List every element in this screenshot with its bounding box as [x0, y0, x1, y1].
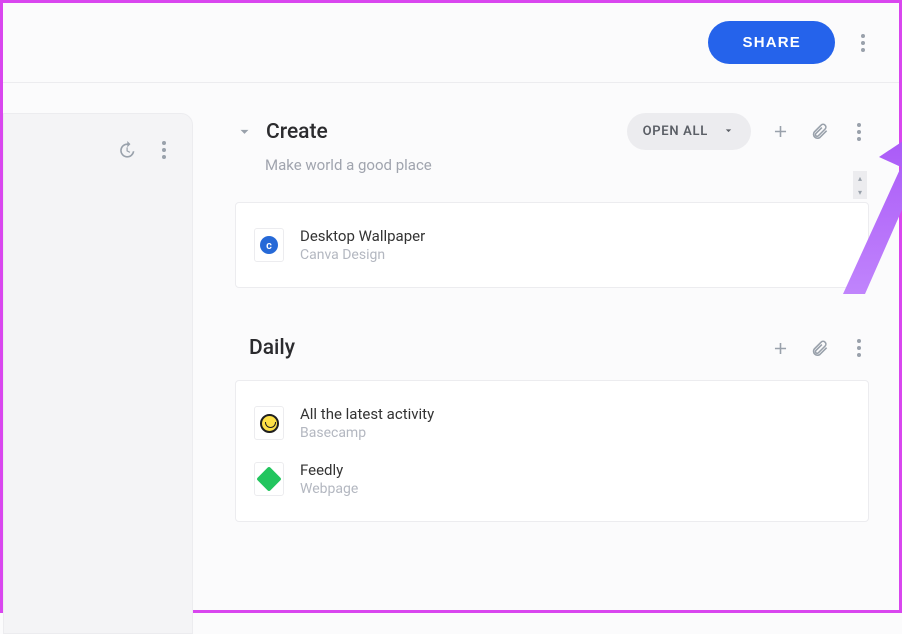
chevron-down-icon[interactable]	[235, 122, 254, 141]
item-card: All the latest activity Basecamp Feedly …	[235, 380, 869, 522]
paperclip-icon[interactable]	[810, 339, 829, 358]
feedly-icon	[254, 462, 284, 496]
side-panel	[3, 113, 193, 634]
item-title: Feedly	[300, 461, 358, 479]
list-item[interactable]: All the latest activity Basecamp	[254, 395, 850, 451]
list-item[interactable]: c Desktop Wallpaper Canva Design	[254, 217, 850, 273]
item-card: c Desktop Wallpaper Canva Design	[235, 202, 869, 288]
item-title: All the latest activity	[300, 405, 434, 423]
scroll-stepper[interactable]: ▴▾	[853, 171, 867, 199]
section-title: Create	[266, 120, 328, 144]
open-all-label: OPEN ALL	[643, 124, 708, 139]
open-all-button[interactable]: OPEN ALL	[627, 113, 751, 150]
topbar-overflow-menu[interactable]	[853, 29, 873, 57]
chevron-down-icon	[722, 122, 735, 141]
top-bar: SHARE	[3, 3, 899, 83]
section-overflow-menu[interactable]	[849, 334, 869, 362]
item-subtitle: Canva Design	[300, 247, 425, 263]
section-title: Daily	[249, 336, 295, 360]
add-button[interactable]	[771, 122, 790, 141]
section-daily: Daily All	[235, 334, 869, 522]
section-subtitle: Make world a good place	[265, 156, 869, 174]
list-item[interactable]: Feedly Webpage	[254, 451, 850, 507]
item-subtitle: Basecamp	[300, 425, 434, 441]
add-button[interactable]	[771, 339, 790, 358]
item-subtitle: Webpage	[300, 481, 358, 497]
main-content: Create OPEN ALL	[193, 83, 899, 604]
item-title: Desktop Wallpaper	[300, 227, 425, 245]
section-overflow-menu[interactable]	[849, 118, 869, 146]
canva-icon: c	[254, 228, 284, 262]
side-overflow-menu[interactable]	[154, 136, 174, 164]
section-create: Create OPEN ALL	[235, 113, 869, 288]
paperclip-icon[interactable]	[810, 122, 829, 141]
share-button[interactable]: SHARE	[708, 21, 835, 64]
basecamp-icon	[254, 406, 284, 440]
history-icon[interactable]	[117, 141, 136, 160]
